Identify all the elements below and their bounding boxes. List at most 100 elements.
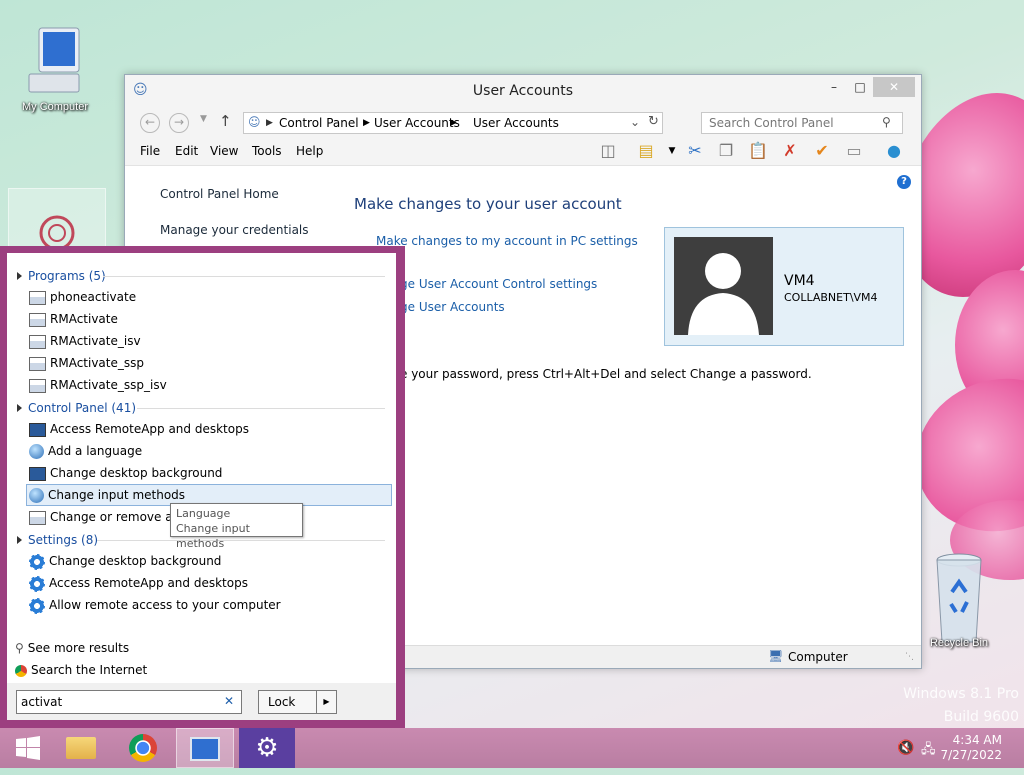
group-label: Programs (5) — [28, 269, 106, 283]
clear-search-icon[interactable]: ✕ — [224, 694, 234, 708]
group-settings[interactable]: Settings (8) — [17, 533, 98, 547]
status-computer-label: Computer — [788, 650, 848, 664]
result-label: RMActivate_ssp_isv — [50, 378, 167, 392]
shutdown-options-button[interactable]: ▶ — [316, 690, 337, 714]
forward-button[interactable]: → — [169, 113, 189, 133]
resize-grip-icon[interactable]: ⋱ — [905, 652, 914, 662]
programs-features-icon — [29, 510, 46, 525]
layout-pane-icon[interactable]: ◫ — [597, 141, 619, 161]
system-clock[interactable]: 4:34 AM 7/27/2022 — [940, 733, 1002, 763]
result-phoneactivate[interactable]: phoneactivate — [29, 287, 136, 307]
chrome-button[interactable] — [115, 728, 171, 768]
manage-credentials-link[interactable]: Manage your credentials — [160, 223, 309, 237]
delete-icon[interactable]: ✗ — [779, 141, 801, 161]
breadcrumb-control-panel[interactable]: Control Panel — [279, 116, 359, 130]
start-button[interactable] — [0, 728, 56, 768]
close-button[interactable]: ✕ — [873, 77, 915, 97]
folder-options-icon[interactable]: ▤ — [635, 141, 657, 161]
breadcrumb-user-accounts[interactable]: User Accounts — [374, 116, 460, 130]
result-access-remoteapp[interactable]: Access RemoteApp and desktops — [29, 419, 249, 439]
help-icon[interactable]: ? — [897, 175, 911, 189]
tooltip: Language Change input methods — [170, 503, 303, 550]
refresh-icon[interactable]: ↻ — [648, 114, 659, 129]
address-dropdown-icon[interactable]: ⌄ — [630, 115, 640, 129]
menu-file[interactable]: File — [140, 144, 160, 158]
maximize-button[interactable]: □ — [847, 77, 873, 97]
result-change-desktop-background[interactable]: Change desktop background — [29, 463, 222, 483]
search-control-panel-input[interactable]: Search Control Panel ⚲ — [701, 112, 903, 134]
globe-icon[interactable]: ● — [883, 141, 905, 161]
settings-taskbar-button[interactable]: ⚙ — [239, 728, 295, 768]
pc-settings-link[interactable]: Make changes to my account in PC setting… — [376, 234, 638, 248]
back-button[interactable]: ← — [140, 113, 160, 133]
menu-view[interactable]: View — [210, 144, 238, 158]
recycle-bin-desktop-icon[interactable]: Recycle Bin — [914, 552, 1004, 649]
address-bar[interactable]: ☺ ▶ Control Panel ▶ User Accounts ▶ User… — [243, 112, 663, 134]
language-icon — [29, 444, 44, 459]
result-label: RMActivate — [50, 312, 118, 326]
search-the-internet[interactable]: Search the Internet — [15, 660, 147, 680]
address-row: ← → ▼ ↑ ☺ ▶ Control Panel ▶ User Account… — [125, 107, 921, 137]
result-settings-desktop-background[interactable]: Change desktop background — [29, 551, 221, 571]
title-bar[interactable]: ☺ User Accounts – □ ✕ — [125, 75, 921, 107]
result-label: Add a language — [48, 444, 143, 458]
up-button[interactable]: ↑ — [219, 112, 232, 130]
uac-settings-link[interactable]: ge User Account Control settings — [400, 277, 597, 291]
clock-date: 7/27/2022 — [940, 748, 1002, 762]
minimize-button[interactable]: – — [821, 77, 847, 97]
result-label: Access RemoteApp and desktops — [50, 422, 249, 436]
computer-icon — [28, 27, 80, 93]
result-add-language[interactable]: Add a language — [29, 441, 142, 461]
checkmark-icon[interactable]: ✔ — [811, 141, 833, 161]
manage-user-accounts-link[interactable]: ge User Accounts — [400, 300, 505, 314]
breadcrumb-user-accounts-current[interactable]: User Accounts — [473, 116, 559, 130]
file-explorer-button[interactable] — [53, 728, 109, 768]
result-label: Access RemoteApp and desktops — [49, 576, 248, 590]
properties-icon[interactable]: ▭ — [843, 141, 865, 161]
tooltip-line-1: Language — [176, 507, 231, 520]
language-icon — [29, 488, 44, 503]
result-rmactivate-ssp-isv[interactable]: RMActivate_ssp_isv — [29, 375, 167, 395]
breadcrumb-separator-icon: ▶ — [266, 118, 273, 128]
user-avatar[interactable] — [674, 237, 773, 335]
network-icon[interactable]: 🖧 — [921, 740, 936, 762]
result-rmactivate-isv[interactable]: RMActivate_isv — [29, 331, 141, 351]
lock-button-label: Lock — [268, 695, 296, 709]
tooltip-line-2: Change input methods — [176, 522, 250, 550]
search-internet-label: Search the Internet — [31, 663, 148, 677]
program-icon — [29, 290, 46, 305]
gear-icon — [29, 575, 45, 592]
menu-edit[interactable]: Edit — [175, 144, 198, 158]
result-label: phoneactivate — [50, 290, 137, 304]
result-rmactivate-ssp[interactable]: RMActivate_ssp — [29, 353, 144, 373]
group-programs[interactable]: Programs (5) — [17, 269, 106, 283]
my-computer-desktop-icon[interactable]: My Computer — [10, 26, 100, 113]
program-icon — [29, 356, 46, 371]
recent-pages-chevron-icon[interactable]: ▼ — [200, 114, 207, 124]
expand-arrow-icon — [17, 272, 22, 280]
cut-icon[interactable]: ✂ — [684, 141, 706, 161]
volume-muted-icon[interactable]: 🔇 — [897, 740, 914, 756]
start-search-panel: Programs (5) phoneactivate RMActivate RM… — [0, 246, 405, 728]
lock-button[interactable]: Lock — [258, 690, 318, 714]
result-settings-remoteapp[interactable]: Access RemoteApp and desktops — [29, 573, 248, 593]
user-name: VM4 — [784, 273, 815, 289]
result-change-or-remove-program[interactable]: Change or remove a pr — [29, 507, 189, 527]
control-panel-home-link[interactable]: Control Panel Home — [160, 187, 279, 201]
copy-icon[interactable]: ❐ — [715, 141, 737, 161]
search-icon[interactable]: ⚲ — [882, 115, 891, 129]
see-more-results[interactable]: ⚲ See more results — [15, 638, 129, 658]
app-shortcut-icon[interactable] — [8, 188, 106, 251]
result-rmactivate[interactable]: RMActivate — [29, 309, 118, 329]
menu-help[interactable]: Help — [296, 144, 323, 158]
result-settings-remote-access[interactable]: Allow remote access to your computer — [29, 595, 281, 615]
search-query-input[interactable]: activat ✕ — [16, 690, 242, 714]
menu-tools[interactable]: Tools — [252, 144, 282, 158]
control-panel-taskbar-button[interactable] — [176, 728, 234, 768]
password-note: e your password, press Ctrl+Alt+Del and … — [400, 367, 812, 381]
dropdown-chevron-icon[interactable]: ▼ — [661, 141, 683, 161]
windows-logo-icon — [16, 736, 40, 760]
paste-icon[interactable]: 📋 — [747, 141, 769, 161]
gear-icon — [29, 553, 45, 570]
group-control-panel[interactable]: Control Panel (41) — [17, 401, 136, 415]
